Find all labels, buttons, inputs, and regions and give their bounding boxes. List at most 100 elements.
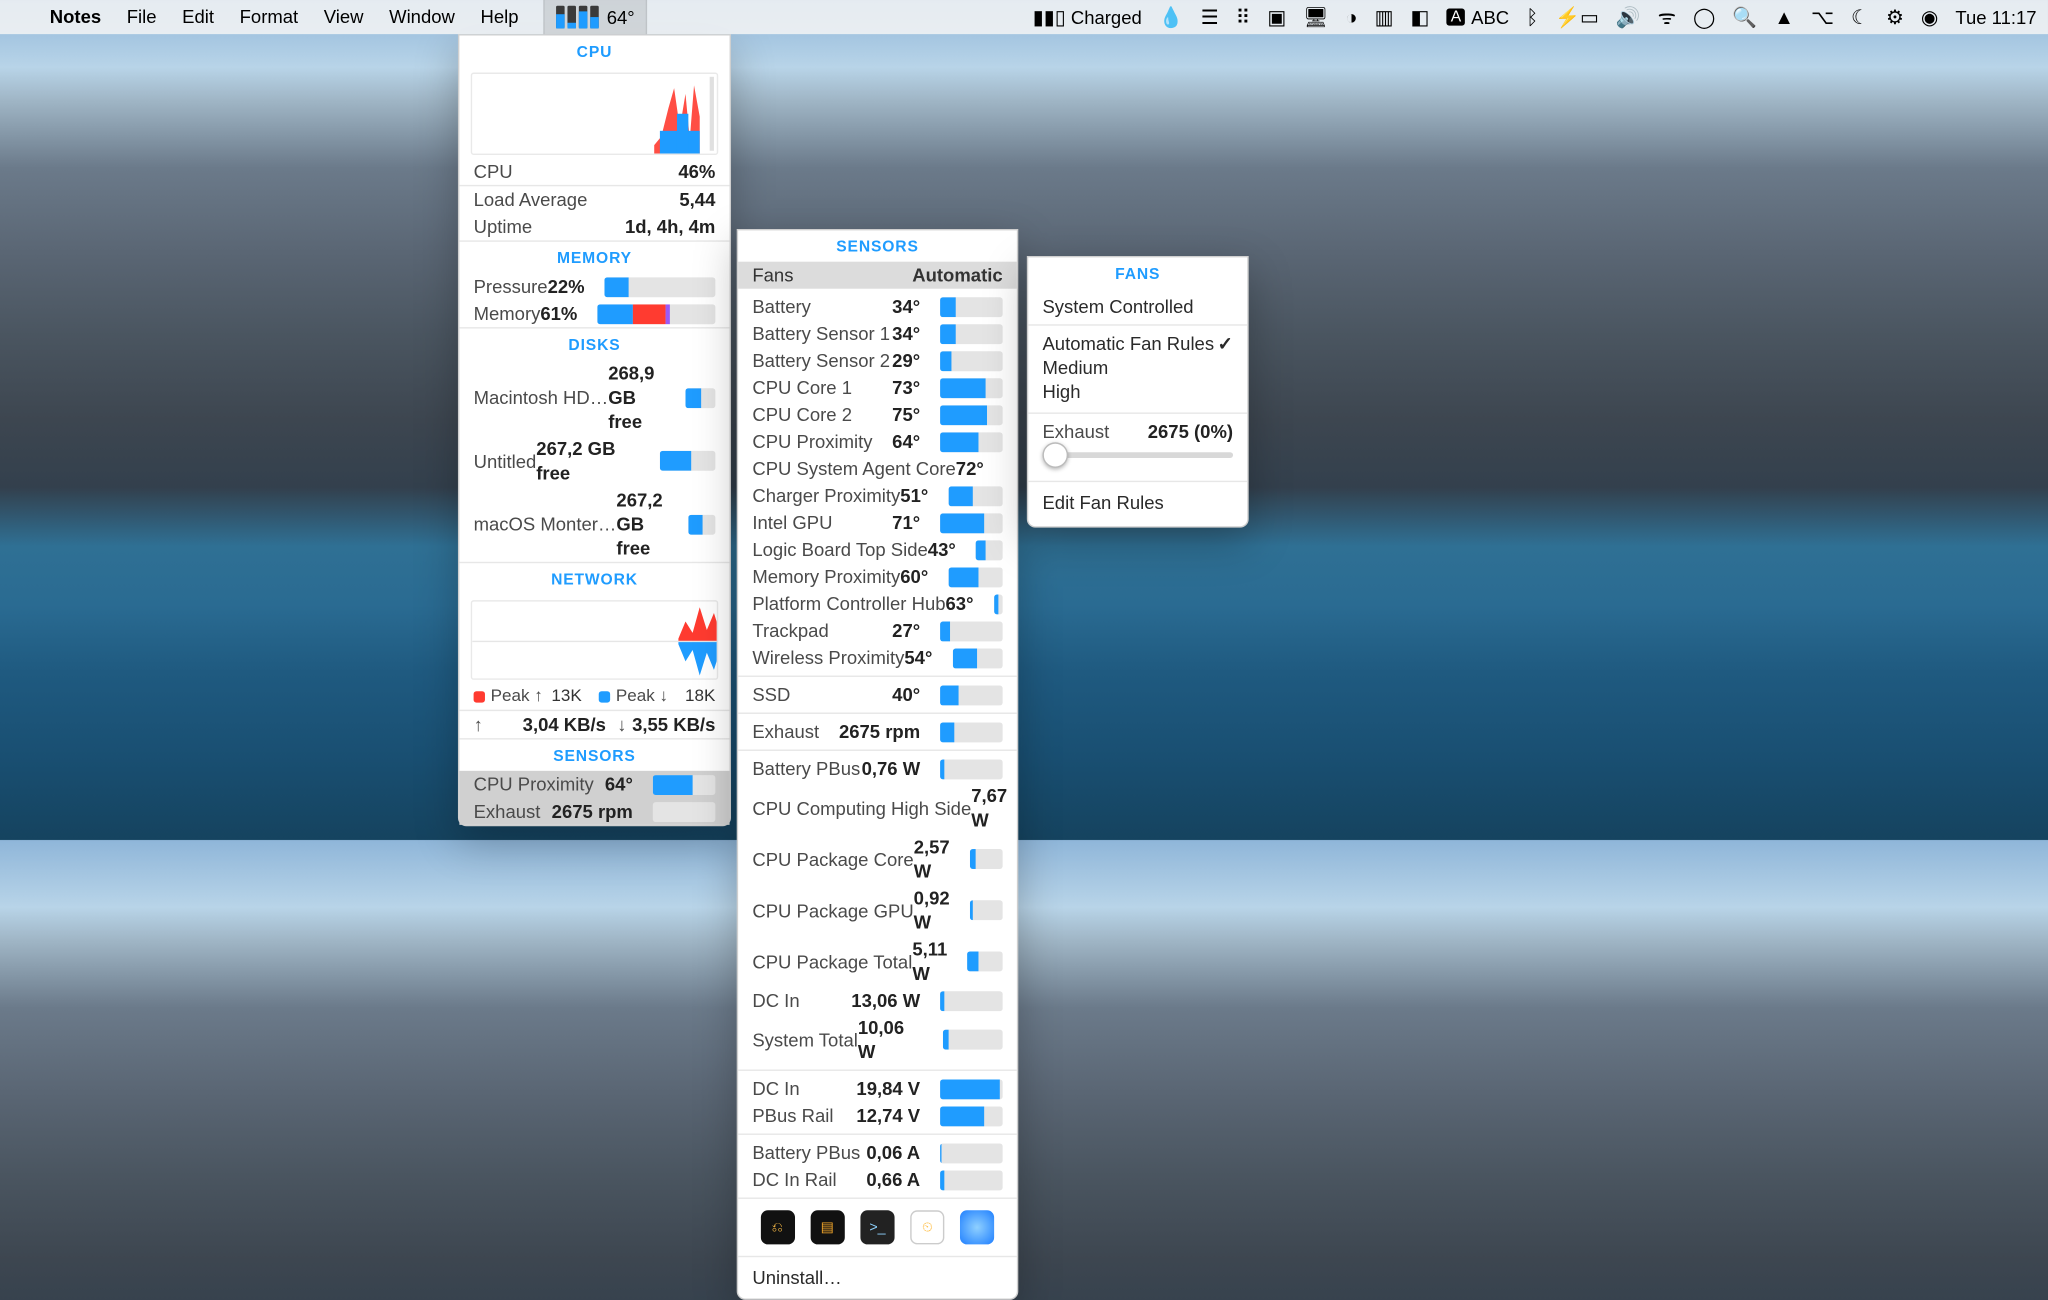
peak-down-label: Peak ↓ (616, 684, 668, 708)
amp-row: Battery PBus 0,06 A (738, 1139, 1017, 1166)
up-arrow: ↑ (474, 713, 483, 737)
app-name[interactable]: Notes (37, 0, 114, 34)
disks-section-title: DISKS (459, 329, 729, 360)
menu-help[interactable]: Help (468, 0, 532, 34)
app-icon-console[interactable]: ▤ (810, 1210, 844, 1244)
dropbox-icon[interactable]: ⠿ (1236, 5, 1251, 29)
cpu-graph (471, 73, 718, 155)
system-controlled-button[interactable]: System Controlled (1028, 289, 1247, 325)
menu-format[interactable]: Format (227, 0, 311, 34)
menu-window[interactable]: Window (376, 0, 467, 34)
fan-mode-high[interactable]: High (1042, 380, 1233, 404)
istat-menubar-item[interactable]: 64° (543, 0, 648, 34)
moon-icon[interactable]: ☾ (1851, 5, 1869, 29)
disk-row: macOS Monter… 267,2 GB free (459, 486, 729, 561)
toggles-icon[interactable]: ⚙ (1886, 5, 1904, 29)
sensor-mini-row: CPU Proximity 64° (459, 771, 729, 798)
menu-edit[interactable]: Edit (169, 0, 226, 34)
peak-up-marker (474, 690, 485, 701)
pressure-label: Pressure (474, 274, 548, 298)
power-row: DC In 13,06 W (738, 987, 1017, 1014)
siri-icon[interactable]: ◉ (1921, 5, 1938, 29)
peak-up-label: Peak ↑ (491, 684, 543, 708)
clock[interactable]: Tue 11:17 (1955, 6, 2036, 27)
cpu-label: CPU (474, 159, 513, 183)
fans-title: FANS (1028, 257, 1247, 288)
drop-icon[interactable]: 💧 (1159, 5, 1184, 29)
down-arrow: ↓ (617, 713, 626, 737)
sensor-row: Memory Proximity 60° (738, 563, 1017, 590)
network-section-title: NETWORK (459, 563, 729, 594)
disk-row: Untitled 267,2 GB free (459, 435, 729, 486)
memory-value: 61% (540, 302, 577, 326)
uninstall-button[interactable]: Uninstall… (738, 1257, 1017, 1298)
sensor-row: CPU Core 2 75° (738, 401, 1017, 428)
sensor-row: Battery 34° (738, 293, 1017, 320)
power-row: System Total 10,06 W (738, 1014, 1017, 1065)
list-icon[interactable]: ☰ (1201, 5, 1219, 29)
battery-charging-icon[interactable]: ⚡▭ (1555, 5, 1599, 29)
sensor-mini-row: Exhaust 2675 rpm (459, 798, 729, 825)
control-center-icon[interactable]: ⌥ (1811, 5, 1834, 29)
fan-mode-auto[interactable]: Automatic Fan Rules✓ (1042, 331, 1233, 355)
sensor-row: Battery Sensor 2 29° (738, 347, 1017, 374)
wifi-icon[interactable]: ᯤ (1658, 4, 1676, 31)
power-row: CPU Package GPU 0,92 W (738, 885, 1017, 936)
app-icon-2[interactable]: ◑ (1346, 6, 1358, 29)
memory-section-title: MEMORY (459, 242, 729, 273)
app-icon-activity[interactable]: ⎌ (760, 1210, 794, 1244)
menubar: Notes File Edit Format View Window Help … (0, 0, 2048, 34)
cpu-pct: 46% (678, 159, 715, 183)
app-icon-3[interactable]: ◧ (1411, 5, 1430, 29)
app-icon-safari[interactable] (960, 1210, 994, 1244)
power-row: CPU Package Core 2,57 W (738, 833, 1017, 884)
bluetooth-icon[interactable]: ᛒ (1526, 6, 1538, 29)
input-source[interactable]: A ABC (1446, 6, 1509, 27)
peak-down-value: 18K (685, 684, 715, 708)
power-row: CPU Package Total 5,11 W (738, 936, 1017, 987)
amp-row: DC In Rail 0,66 A (738, 1166, 1017, 1193)
istat-temp: 64° (607, 6, 635, 27)
user-icon[interactable]: ◯ (1693, 5, 1715, 29)
exhaust-value: 2675 (0%) (1148, 420, 1233, 444)
battery-bar-icon[interactable]: ▥ (1375, 5, 1394, 29)
network-graph (471, 600, 718, 680)
sensor-row: Platform Controller Hub 63° (738, 590, 1017, 617)
app-icon-terminal[interactable]: >_ (860, 1210, 894, 1244)
app-icon-1[interactable]: ▣ (1267, 5, 1286, 29)
memory-label: Memory (474, 302, 541, 326)
uptime: 1d, 4h, 4m (625, 215, 715, 239)
sound-icon[interactable]: 🔊 (1616, 5, 1641, 29)
fan-mode-medium[interactable]: Medium (1042, 356, 1233, 380)
sensor-row: Logic Board Top Side 43° (738, 536, 1017, 563)
menu-view[interactable]: View (311, 0, 376, 34)
sensor-row: Wireless Proximity 54° (738, 644, 1017, 671)
app-icon-sysinfo[interactable]: ⏲ (910, 1210, 944, 1244)
sensor-row-exhaust: Exhaust 2675 rpm (738, 714, 1017, 750)
pressure-value: 22% (548, 274, 585, 298)
istat-bars-icon (556, 6, 599, 29)
sensor-row: Charger Proximity 51° (738, 482, 1017, 509)
sensor-row: CPU System Agent Core 72° (738, 455, 1017, 482)
spotlight-icon[interactable]: 🔍 (1732, 5, 1757, 29)
sensor-row: Intel GPU 71° (738, 509, 1017, 536)
power-row: Battery PBus 0,76 W (738, 755, 1017, 782)
fans-header[interactable]: Fans Automatic (738, 262, 1017, 289)
edit-fan-rules-button[interactable]: Edit Fan Rules (1028, 482, 1247, 526)
sensor-row: CPU Proximity 64° (738, 428, 1017, 455)
sensor-row: Battery Sensor 1 34° (738, 320, 1017, 347)
sensors-footer-apps: ⎌ ▤ >_ ⏲ (738, 1197, 1017, 1255)
display-icon[interactable]: 🖥 (1303, 5, 1328, 29)
flame-icon[interactable]: ▲ (1774, 6, 1794, 29)
peak-down-marker (599, 690, 610, 701)
fans-panel: FANS System Controlled Automatic Fan Rul… (1027, 256, 1249, 528)
sensor-row: Trackpad 27° (738, 617, 1017, 644)
exhaust-slider[interactable] (1042, 452, 1233, 458)
menu-file[interactable]: File (114, 0, 169, 34)
battery-status[interactable]: ▮▮▯ Charged (1033, 5, 1142, 29)
fans-label: Fans (752, 265, 793, 286)
sensors-title: SENSORS (738, 230, 1017, 261)
down-speed: 3,55 KB/s (632, 713, 715, 737)
up-speed: 3,04 KB/s (523, 713, 606, 737)
peak-up-value: 13K (551, 684, 581, 708)
